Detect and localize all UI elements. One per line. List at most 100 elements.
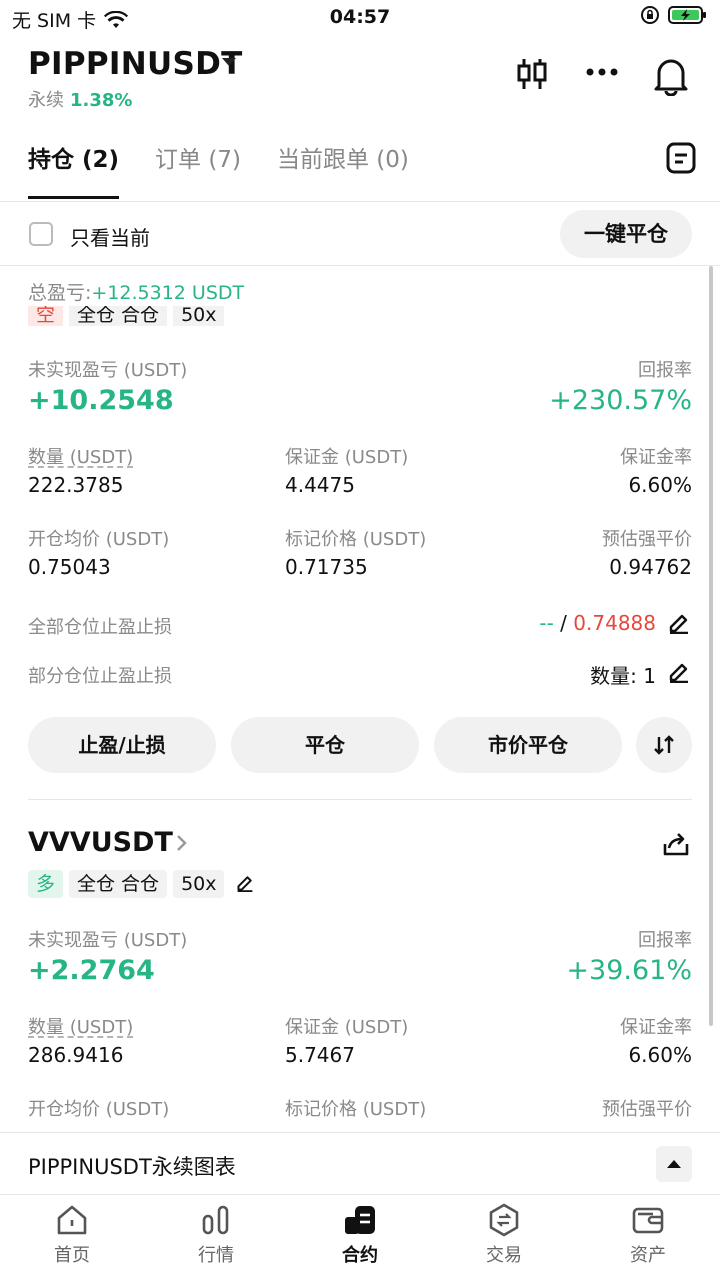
nav-assets-label: 资产 (630, 1245, 666, 1266)
candlestick-chart-icon[interactable] (516, 56, 548, 92)
quantity-label[interactable]: 数量 (USDT) (28, 443, 133, 469)
futures-icon (345, 1206, 375, 1234)
margin-value: 5.7467 (285, 1043, 355, 1067)
only-current-checkbox[interactable] (29, 222, 53, 246)
positions-list[interactable]: 空全仓 合仓 50x 总盈亏:+12.5312 USDT 未实现盈亏 (USDT)… (0, 266, 720, 1132)
margin-mode-badge: 全仓 合仓 (69, 870, 168, 898)
scrollbar[interactable] (709, 266, 713, 1026)
margin-mode-badge: 全仓 合仓 (69, 306, 168, 326)
nav-markets[interactable]: 行情 (144, 1195, 288, 1280)
liq-price-value: 0.94762 (609, 555, 692, 579)
home-icon (57, 1205, 87, 1235)
chart-bar[interactable]: PIPPINUSDT永续图表 (0, 1132, 720, 1194)
quantity-value: 222.3785 (28, 473, 124, 497)
swap-arrows-icon (654, 735, 674, 755)
close-position-button[interactable]: 平仓 (231, 717, 419, 773)
total-pnl-bar: 总盈亏:+12.5312 USDT (0, 266, 720, 306)
nav-futures[interactable]: 合约 (288, 1195, 432, 1280)
total-pnl: 总盈亏:+12.5312 USDT (28, 278, 244, 305)
margin-label: 保证金 (USDT) (285, 1017, 409, 1038)
nav-home-label: 首页 (54, 1245, 90, 1266)
contract-type: 永续 (28, 90, 64, 111)
tab-orders[interactable]: 订单 (7) (155, 140, 241, 199)
roi-value: +230.57% (549, 385, 692, 416)
share-icon[interactable] (662, 830, 690, 858)
edit-icon[interactable] (668, 661, 690, 683)
tpsl-partial-label: 部分仓位止盈止损 (28, 666, 172, 687)
margin-value: 4.4475 (285, 473, 355, 497)
rotation-lock-icon (641, 6, 659, 24)
quantity-label[interactable]: 数量 (USDT) (28, 1013, 133, 1039)
chart-bar-title: PIPPINUSDT永续图表 (28, 1155, 236, 1179)
reverse-position-button[interactable] (636, 717, 692, 773)
divider (0, 201, 720, 202)
symbol-title[interactable]: PIPPINUSDT (28, 46, 243, 82)
status-bar: 无 SIM 卡 04:57 (0, 0, 720, 36)
order-history-icon[interactable] (666, 142, 696, 174)
bell-icon[interactable] (653, 54, 689, 96)
nav-futures-label: 合约 (342, 1245, 378, 1266)
margin-rate-label: 保证金率 (620, 1017, 692, 1038)
nav-assets[interactable]: 资产 (576, 1195, 720, 1280)
side-badge: 空 (28, 306, 64, 326)
tpsl-partial-value: 数量: 1 (590, 664, 656, 688)
only-current-label[interactable]: 只看当前 (70, 222, 150, 251)
tab-copy-orders[interactable]: 当前跟单 (0) (277, 140, 409, 199)
nav-trade-label: 交易 (486, 1245, 522, 1266)
entry-price-value: 0.75043 (28, 555, 111, 579)
tpsl-button[interactable]: 止盈/止损 (28, 717, 216, 773)
total-pnl-value: +12.5312 USDT (91, 282, 245, 304)
nav-markets-label: 行情 (198, 1245, 234, 1266)
edit-icon[interactable] (668, 612, 690, 634)
tpsl-all-label: 全部仓位止盈止损 (28, 617, 172, 638)
position1-tags: 空全仓 合仓 50x (28, 306, 230, 326)
liq-price-label: 预估强平价 (602, 1099, 692, 1120)
roi-label: 回报率 (638, 360, 692, 381)
unrealized-pnl-value: +10.2548 (28, 385, 174, 416)
margin-rate-value: 6.60% (628, 473, 692, 497)
sl-value: 0.74888 (573, 611, 656, 635)
price-change: 1.38% (70, 90, 133, 111)
markets-icon (202, 1205, 229, 1235)
bottom-nav: 首页 行情 合约 交易 资产 (0, 1194, 720, 1280)
symbol-dropdown-caret-icon[interactable] (222, 58, 236, 66)
divider (28, 799, 692, 800)
position-tabs: 持仓 (2) 订单 (7) 当前跟单 (0) (28, 140, 445, 199)
unrealized-pnl-label: 未实现盈亏 (USDT) (28, 930, 188, 951)
market-close-button[interactable]: 市价平仓 (434, 717, 622, 773)
quantity-value: 286.9416 (28, 1043, 124, 1067)
liq-price-label: 预估强平价 (602, 529, 692, 550)
nav-trade[interactable]: 交易 (432, 1195, 576, 1280)
tpsl-all-value: -- / 0.74888 (539, 611, 656, 635)
tab-positions[interactable]: 持仓 (2) (28, 140, 120, 199)
close-all-button[interactable]: 一键平仓 (560, 210, 692, 258)
status-time: 04:57 (329, 6, 391, 28)
margin-rate-value: 6.60% (628, 1043, 692, 1067)
wallet-icon (632, 1207, 664, 1234)
unrealized-pnl-value: +2.2764 (28, 955, 155, 986)
nav-home[interactable]: 首页 (0, 1195, 144, 1280)
position2-symbol[interactable]: VVVUSDT (28, 827, 173, 858)
entry-price-label: 开仓均价 (USDT) (28, 529, 170, 550)
side-badge: 多 (28, 870, 64, 898)
edit-icon[interactable] (236, 874, 254, 892)
mark-price-label: 标记价格 (USDT) (285, 529, 427, 550)
roi-label: 回报率 (638, 930, 692, 951)
leverage-badge[interactable]: 50x (173, 870, 225, 898)
mark-price-label: 标记价格 (USDT) (285, 1099, 427, 1120)
triangle-up-icon (667, 1160, 681, 1168)
entry-price-label: 开仓均价 (USDT) (28, 1099, 170, 1120)
tp-value: -- (539, 611, 554, 635)
mark-price-value: 0.71735 (285, 555, 368, 579)
margin-label: 保证金 (USDT) (285, 447, 409, 468)
total-pnl-label: 总盈亏: (28, 282, 92, 304)
expand-chart-button[interactable] (656, 1146, 692, 1182)
more-icon[interactable] (586, 66, 618, 78)
battery-charging-icon (668, 6, 706, 24)
position2-tags: 多全仓 合仓 50x (28, 870, 230, 898)
chevron-right-icon[interactable] (176, 834, 188, 852)
leverage-badge[interactable]: 50x (173, 306, 225, 326)
status-right (640, 5, 708, 25)
margin-rate-label: 保证金率 (620, 447, 692, 468)
symbol-subtitle: 永续 1.38% (28, 86, 132, 112)
